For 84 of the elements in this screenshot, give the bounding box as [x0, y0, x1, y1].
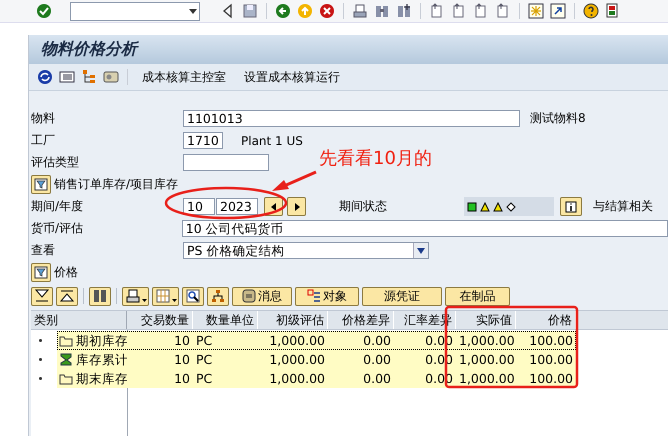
- expand-button[interactable]: [31, 286, 53, 306]
- zoom-button[interactable]: [182, 286, 204, 306]
- magnifier-icon: [186, 289, 200, 303]
- toggle-button[interactable]: [31, 263, 51, 282]
- binoculars-icon: [93, 289, 107, 303]
- collapse-button[interactable]: [56, 286, 78, 306]
- dropdown-icon[interactable]: [187, 6, 199, 16]
- print-icon[interactable]: [352, 3, 368, 19]
- column-header: 类别: [31, 311, 127, 329]
- screen-title: 物料价格分析: [41, 39, 137, 60]
- find-button[interactable]: [89, 286, 111, 306]
- column-header: 价格: [516, 311, 576, 329]
- folder-icon: [59, 372, 73, 384]
- grid-icon: [156, 289, 170, 303]
- back-icon[interactable]: [275, 3, 291, 19]
- dropdown-field[interactable]: PS 价格确定结构: [183, 242, 429, 259]
- column-header: 初级评估: [258, 311, 328, 329]
- input-field[interactable]: 10 公司代码货币: [182, 220, 668, 237]
- funnel-icon: [34, 266, 48, 279]
- field-label: 查看: [31, 242, 56, 259]
- annotation-text: 先看看10月的: [319, 147, 432, 170]
- field-label: 期间/年度: [31, 198, 84, 215]
- toolbar-button[interactable]: 成本核算主控室: [136, 68, 232, 86]
- tree-node-label[interactable]: 期末库存: [73, 369, 127, 388]
- toggle-label: 价格: [54, 264, 78, 281]
- next-period-button[interactable]: [287, 197, 306, 216]
- shortcut-icon[interactable]: [550, 3, 566, 19]
- refresh-icon[interactable]: [37, 69, 53, 85]
- left-arrow-icon: [268, 202, 278, 212]
- field-label: 评估类型: [31, 154, 80, 171]
- square-icon: [467, 202, 477, 212]
- list-icon[interactable]: [59, 69, 75, 85]
- annotation-arrow: [272, 170, 317, 191]
- toolbar-button[interactable]: 对象: [295, 286, 359, 306]
- field-label: 货币/评估: [31, 220, 84, 237]
- column-header: 数量单位: [193, 311, 258, 329]
- field-label: 物料: [31, 110, 56, 127]
- dropdown-value: PS 价格确定结构: [187, 242, 284, 258]
- field-label: 工厂: [31, 132, 56, 149]
- diamond-icon: [506, 202, 516, 212]
- material-description: 测试物料8: [530, 110, 586, 127]
- info-button[interactable]: [560, 197, 582, 216]
- dropdown-icon[interactable]: [416, 246, 426, 254]
- caret-icon: [142, 298, 147, 302]
- column-header: 实际值: [456, 311, 516, 329]
- funnel-icon: [34, 178, 48, 191]
- save-icon[interactable]: [242, 3, 258, 19]
- binoculars-icon[interactable]: [374, 3, 390, 19]
- toolbar-button[interactable]: 在制品: [445, 286, 510, 306]
- print-icon: [126, 289, 140, 303]
- command-field[interactable]: [70, 2, 200, 20]
- hierarchy-button[interactable]: [207, 286, 229, 306]
- layout-button[interactable]: [152, 286, 179, 306]
- input-field[interactable]: 1101013: [183, 110, 520, 127]
- column-header: 价格差异: [328, 311, 394, 329]
- field-label: 期间状态: [339, 198, 388, 215]
- column-header: 交易数量: [127, 311, 193, 329]
- input-field[interactable]: [183, 154, 269, 171]
- toggle-label: 销售订单库存/项目库存: [54, 176, 178, 193]
- object-list-icon: [307, 289, 321, 303]
- binoculars-plus-icon[interactable]: [396, 3, 412, 19]
- info-icon: [565, 200, 577, 212]
- year-field[interactable]: 2023: [216, 198, 258, 215]
- check-icon[interactable]: [36, 3, 52, 19]
- toolbar-button[interactable]: 设置成本核算运行: [238, 68, 346, 86]
- field-label: 与结算相关: [593, 198, 653, 215]
- hierarchy-icon[interactable]: [81, 69, 97, 85]
- print-button[interactable]: [122, 286, 149, 306]
- toggle-button[interactable]: [31, 175, 51, 194]
- tree-node-label[interactable]: 库存累计: [73, 350, 127, 369]
- period-field[interactable]: 10: [183, 198, 215, 215]
- caret-icon: [172, 298, 177, 302]
- input-field[interactable]: 1710: [183, 132, 223, 149]
- toolbar-button[interactable]: 消息: [232, 286, 292, 306]
- collapse-icon: [60, 289, 74, 303]
- expand-icon: [35, 289, 49, 303]
- help-icon[interactable]: [583, 3, 599, 19]
- hierarchy-icon: [211, 289, 225, 303]
- tree-node-label[interactable]: 期初库存: [73, 331, 127, 350]
- message-icon: [242, 289, 256, 303]
- plant-description: Plant 1 US: [241, 134, 303, 148]
- toolbar-button[interactable]: 源凭证: [362, 286, 442, 306]
- cancel-icon[interactable]: [319, 3, 335, 19]
- new-window-icon[interactable]: [528, 3, 544, 19]
